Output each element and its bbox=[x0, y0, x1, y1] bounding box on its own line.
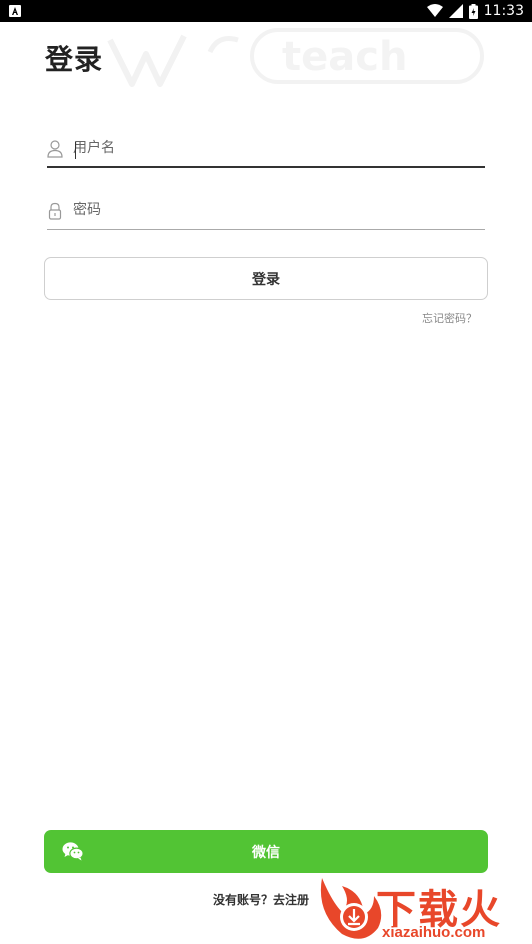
wifi-icon bbox=[426, 4, 443, 17]
password-underline bbox=[47, 229, 485, 230]
watermark-logo: teach bbox=[107, 28, 484, 87]
wechat-icon bbox=[62, 842, 84, 861]
password-field[interactable] bbox=[47, 190, 485, 230]
status-time: 11:33 bbox=[483, 3, 524, 19]
wechat-label: 微信 bbox=[252, 844, 280, 861]
username-input[interactable] bbox=[73, 136, 473, 160]
watermark-text: teach bbox=[282, 34, 407, 80]
login-button[interactable]: 登录 bbox=[44, 257, 488, 300]
status-bar: 11:33 bbox=[0, 0, 532, 22]
text-cursor bbox=[75, 142, 76, 159]
register-link[interactable]: 没有账号？去注册 bbox=[213, 891, 309, 908]
page-title: 登录 bbox=[45, 43, 104, 76]
app-notification-icon bbox=[9, 5, 21, 17]
signal-icon bbox=[448, 4, 463, 18]
status-icons: 11:33 bbox=[426, 0, 524, 22]
brand-url: xiazaihuo.com bbox=[382, 924, 486, 941]
battery-icon bbox=[468, 3, 478, 19]
password-input[interactable] bbox=[73, 198, 473, 222]
lock-icon bbox=[48, 202, 62, 220]
forgot-password-link[interactable]: 忘记密码？ bbox=[422, 310, 477, 326]
wechat-login-button[interactable]: 微信 bbox=[44, 830, 488, 873]
user-icon bbox=[47, 140, 63, 158]
username-underline bbox=[47, 166, 485, 168]
username-field[interactable] bbox=[47, 128, 485, 168]
